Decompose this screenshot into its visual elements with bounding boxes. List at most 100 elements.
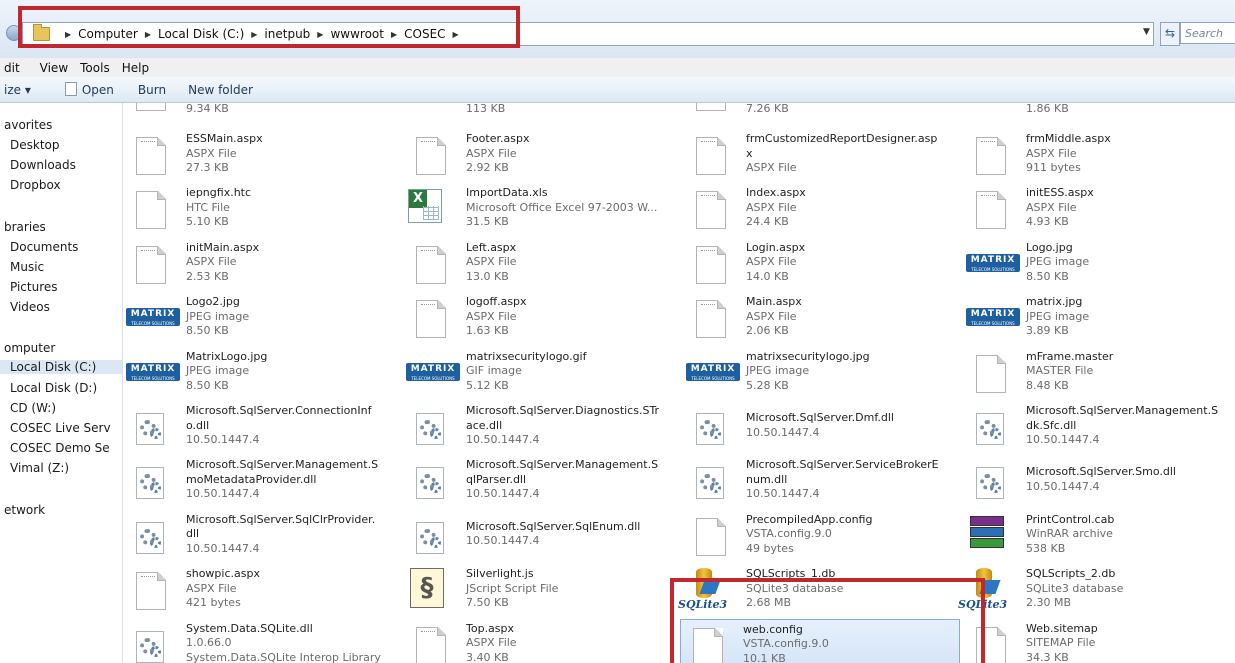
file-item[interactable]: showpic.aspx ASPX File 421 bytes [124, 564, 399, 616]
file-item[interactable]: PrintControl.cab WinRAR archive 538 KB [964, 510, 1235, 562]
file-item[interactable]: frmMiddle.aspx ASPX File 911 bytes [964, 129, 1235, 181]
chevron-right-icon[interactable]: ▶ [391, 30, 397, 39]
file-item[interactable]: 9.34 KB [124, 103, 399, 117]
file-item[interactable]: Microsoft.SqlServer.Diagnostics.STr ace.d… [404, 401, 679, 453]
file-item[interactable]: X ImportData.xls Microsoft Office Excel 97… [404, 183, 679, 235]
file-item[interactable]: Microsoft.SqlServer.Smo.dll 10.50.1447.4 [964, 455, 1235, 507]
chevron-right-icon[interactable]: ▶ [317, 30, 323, 39]
nav-computer[interactable]: omputer [4, 341, 55, 355]
nav-vimal[interactable]: Vimal (Z:) [10, 461, 69, 475]
file-item[interactable]: Microsoft.SqlServer.SqlClrProvider. dll 10… [124, 510, 399, 562]
file-item[interactable]: MATRIX TELECOM SOLUTIONS Logo.jpg JPEG imag… [964, 238, 1235, 290]
file-item[interactable]: MATRIX TELECOM SOLUTIONS matrixsecuritylog… [684, 347, 959, 399]
file-item[interactable]: Login.aspx ASPX File 14.0 KB [684, 238, 959, 290]
file-item[interactable]: MATRIX TELECOM SOLUTIONS matrixsecuritylog… [404, 347, 679, 399]
file-item[interactable]: Footer.aspx ASPX File 2.92 KB [404, 129, 679, 181]
refresh-icon[interactable]: ⇆ [1160, 22, 1180, 46]
file-item[interactable]: Microsoft.SqlServer.SqlEnum.dll 10.50.144… [404, 510, 679, 562]
nav-favorites[interactable]: avorites [4, 118, 52, 132]
file-size: 49 bytes [746, 541, 794, 555]
file-item[interactable]: web.config VSTA.config.9.0 10.1 KB [680, 618, 960, 663]
file-item[interactable]: Top.aspx ASPX File 3.40 KB [404, 619, 679, 663]
sqlite-database-icon: SQLite3 [958, 568, 1016, 612]
file-name: Footer.aspx [466, 132, 530, 145]
file-item[interactable]: Main.aspx ASPX File 2.06 KB [684, 292, 959, 344]
file-item[interactable]: System.Data.SQLite.dll 1.0.66.0 System.Dat… [124, 619, 399, 663]
menu-edit[interactable]: dit [0, 61, 34, 75]
file-item[interactable]: Web.sitemap SITEMAP File 34.3 KB [964, 619, 1235, 663]
file-item[interactable]: Microsoft.SqlServer.Management.S dk.Sfc.d… [964, 401, 1235, 453]
nav-music[interactable]: Music [10, 260, 44, 274]
nav-pictures[interactable]: Pictures [10, 280, 58, 294]
matrix-logo-subtext: TELECOM SOLUTIONS [971, 321, 1015, 327]
file-item[interactable]: logoff.aspx ASPX File 1.63 KB [404, 292, 679, 344]
generic-file-icon [696, 517, 726, 556]
file-item[interactable]: § Silverlight.js JScript Script File 7.50 K… [404, 564, 679, 616]
open-button[interactable]: Open [55, 82, 124, 97]
nav-videos[interactable]: Videos [10, 300, 50, 314]
open-label: Open [81, 83, 114, 97]
chevron-right-icon[interactable]: ▶ [251, 30, 257, 39]
dll-gear-icon [416, 467, 444, 500]
winrar-archive-icon [970, 515, 1004, 550]
file-size: 4.93 KB [1026, 215, 1069, 229]
file-item[interactable]: frmCustomizedReportDesigner.asp x ASPX Fil… [684, 129, 959, 181]
file-item[interactable]: Microsoft.SqlServer.Management.S moMetada… [124, 455, 399, 507]
file-type: SQLite3 database [1026, 581, 1124, 595]
file-name: Microsoft.SqlServer.SqlClrProvider. [186, 512, 376, 526]
address-box[interactable]: ▶ Computer ▶ Local Disk (C:) ▶ inetpub ▶… [22, 22, 1154, 46]
search-input[interactable]: Search [1180, 22, 1235, 44]
nav-cosec-demo[interactable]: COSEC Demo Se [10, 441, 110, 455]
chevron-right-icon[interactable]: ▶ [65, 30, 71, 39]
file-item[interactable]: MATRIX TELECOM SOLUTIONS Logo2.jpg JPEG ima… [124, 292, 399, 344]
file-item[interactable]: 113 KB [404, 103, 679, 117]
crumb-wwwroot[interactable]: wwwroot [330, 27, 384, 41]
file-item[interactable]: initESS.aspx ASPX File 4.93 KB [964, 183, 1235, 235]
file-name: Microsoft.SqlServer.ServiceBrokerE [746, 458, 939, 472]
nav-libraries[interactable]: braries [4, 220, 46, 234]
crumb-local-disk[interactable]: Local Disk (C:) [158, 27, 244, 41]
nav-downloads[interactable]: Downloads [10, 158, 76, 172]
file-item[interactable]: PrecompiledApp.config VSTA.config.9.0 49 b… [684, 510, 959, 562]
file-item[interactable]: MATRIX TELECOM SOLUTIONS MatrixLogo.jpg JPE… [124, 347, 399, 399]
file-item[interactable]: Microsoft.SqlServer.ConnectionInf o.dll 10… [124, 401, 399, 453]
nav-cosec-live[interactable]: COSEC Live Serv [10, 421, 111, 435]
file-item[interactable]: MATRIX TELECOM SOLUTIONS matrix.jpg JPEG im… [964, 292, 1235, 344]
file-item[interactable]: ESSMain.aspx ASPX File 27.3 KB [124, 129, 399, 181]
chevron-right-icon[interactable]: ▶ [145, 30, 151, 39]
nav-cd-drive[interactable]: CD (W:) [10, 401, 56, 415]
menu-help[interactable]: Help [116, 61, 155, 75]
burn-button[interactable]: Burn [124, 83, 176, 97]
crumb-cosec[interactable]: COSEC [404, 27, 445, 41]
nav-dropbox[interactable]: Dropbox [10, 178, 61, 192]
new-folder-button[interactable]: New folder [176, 83, 263, 97]
chevron-down-icon[interactable]: ▼ [1143, 27, 1150, 37]
menu-view[interactable]: View [34, 61, 74, 75]
nav-network[interactable]: etwork [4, 503, 45, 517]
file-item[interactable]: Index.aspx ASPX File 24.4 KB [684, 183, 959, 235]
crumb-inetpub[interactable]: inetpub [264, 27, 310, 41]
nav-local-disk-d[interactable]: Local Disk (D:) [10, 381, 97, 395]
nav-local-disk-c[interactable]: Local Disk (C:) [0, 360, 122, 374]
menu-tools[interactable]: Tools [74, 61, 116, 75]
file-item[interactable]: Microsoft.SqlServer.ServiceBrokerE num.dl… [684, 455, 959, 507]
dll-gear-icon [696, 467, 724, 500]
nav-documents[interactable]: Documents [10, 240, 78, 254]
file-item[interactable]: initMain.aspx ASPX File 2.53 KB [124, 238, 399, 290]
file-item[interactable]: Microsoft.SqlServer.Dmf.dll 10.50.1447.4 [684, 401, 959, 453]
file-type: GIF image [466, 364, 522, 378]
file-item[interactable]: iepngfix.htc HTC File 5.10 KB [124, 183, 399, 235]
file-item[interactable]: SQLite3 SQLScripts_1.db SQLite3 database 2.… [678, 564, 959, 616]
organize-button[interactable]: ize ▾ [0, 83, 55, 97]
file-type: VSTA.config.9.0 [743, 637, 829, 651]
file-item[interactable]: Microsoft.SqlServer.Management.S qlParser… [404, 455, 679, 507]
file-item[interactable]: 1.86 KB [964, 103, 1235, 117]
crumb-computer[interactable]: Computer [78, 27, 138, 41]
back-arrow-icon[interactable] [6, 25, 22, 41]
file-item[interactable]: mFrame.master MASTER File 8.48 KB [964, 347, 1235, 399]
file-item[interactable]: Left.aspx ASPX File 13.0 KB [404, 238, 679, 290]
nav-desktop[interactable]: Desktop [10, 138, 60, 152]
chevron-right-icon[interactable]: ▶ [453, 30, 459, 39]
file-item[interactable]: SQLite3 SQLScripts_2.db SQLite3 database 2.… [958, 564, 1235, 616]
file-item[interactable]: 7.26 KB [684, 103, 959, 117]
